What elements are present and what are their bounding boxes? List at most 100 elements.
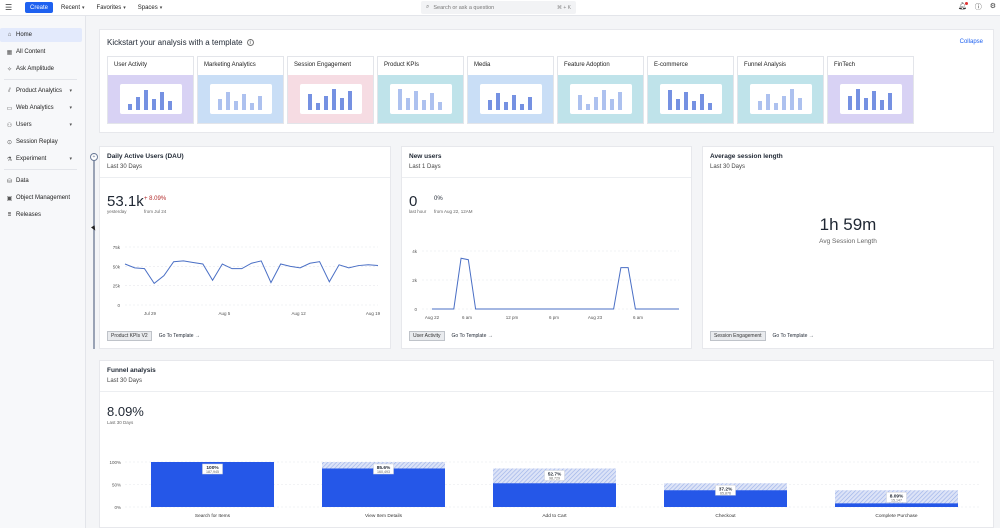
go-to-template-link[interactable]: Go To Template → — [773, 333, 814, 339]
template-name: Funnel Analysis — [744, 62, 787, 68]
help-icon[interactable]: ⓘ — [975, 2, 982, 12]
preview-bar — [765, 94, 770, 110]
notifications-bell-icon[interactable]: 🔔︎ — [958, 2, 968, 12]
go-to-template-link[interactable]: Go To Template → — [159, 333, 200, 339]
preview-bar — [167, 101, 172, 110]
sidebar-item-experiment[interactable]: ⚗ Experiment ▾ — [0, 152, 82, 166]
metric-value: 8.09% — [107, 404, 144, 419]
sidebar-item-web-analytics[interactable]: ▭ Web Analytics ▾ — [0, 101, 82, 115]
collapse-button[interactable]: Collapse — [960, 39, 983, 45]
chevron-down-icon: ▾ — [69, 156, 72, 162]
preview-bar — [757, 101, 762, 110]
sidebar-item-product-analytics[interactable]: ⫽ Product Analytics ▾ — [0, 84, 82, 98]
sidebar-item-users[interactable]: ⚇ Users ▾ — [0, 118, 82, 132]
funnel-bar[interactable] — [493, 483, 616, 507]
preview-bar — [421, 100, 426, 110]
preview-bar — [307, 94, 312, 110]
y-tick-label: 25k — [113, 284, 121, 289]
preview-bar — [855, 89, 860, 110]
funnel-card[interactable]: Funnel analysis Last 30 Days 8.09% Last … — [99, 360, 994, 528]
template-tag[interactable]: Session Engagement — [710, 331, 766, 341]
funnel-bar[interactable] — [322, 468, 445, 507]
nav-recent[interactable]: Recent ▾ — [61, 5, 85, 11]
funnel-bar[interactable] — [835, 503, 958, 507]
settings-gear-icon[interactable]: ⚙ — [990, 2, 996, 12]
card-range: Last 30 Days — [107, 164, 143, 170]
preview-bar — [585, 104, 590, 110]
preview-bar — [127, 104, 132, 110]
y-tick-label: 50% — [112, 483, 121, 488]
new-users-card[interactable]: New users Last 1 Days 0 last hour 0% fro… — [401, 146, 692, 349]
template-card[interactable]: Marketing Analytics — [197, 56, 284, 124]
template-tag[interactable]: User Activity — [409, 331, 445, 341]
series-line[interactable] — [124, 260, 379, 285]
preview-bar — [667, 90, 672, 110]
sidebar-item-session-replay[interactable]: ⊙ Session Replay — [0, 135, 82, 149]
x-tick-label: Aug 23 — [588, 315, 603, 320]
sidebar-item-data[interactable]: ⛁ Data — [0, 174, 82, 188]
create-button[interactable]: Create — [25, 2, 54, 13]
preview-bar — [577, 95, 582, 110]
card-range: Last 1 Days — [409, 164, 441, 170]
chevron-down-icon: ▾ — [159, 4, 163, 11]
series-line[interactable] — [432, 257, 679, 310]
sidebar-item-object-management[interactable]: ▣ Object Management — [0, 191, 82, 205]
card-divider — [402, 177, 691, 178]
sidebar-item-label: Releases — [16, 212, 42, 218]
nav-favorites[interactable]: Favorites ▾ — [97, 5, 126, 11]
funnel-bar-chart[interactable]: 100%50%0%100%187,945Search for Items85.6… — [100, 431, 993, 527]
template-name: Product KPIs — [384, 62, 420, 68]
preview-bar — [413, 91, 418, 110]
monitor-icon: ▭ — [6, 105, 13, 112]
template-thumbnail — [738, 75, 823, 123]
template-card[interactable]: FinTech — [827, 56, 914, 124]
mouse-cursor-icon — [91, 225, 97, 232]
search-input[interactable]: ⌕ Search or ask a question ⌘ + K — [421, 1, 576, 14]
template-tag[interactable]: Product KPIs V2 — [107, 331, 152, 341]
nav-spaces[interactable]: Spaces ▾ — [138, 5, 163, 11]
y-tick-label: 0 — [414, 307, 417, 312]
template-card[interactable]: User Activity — [107, 56, 194, 124]
dau-line-chart[interactable]: 75k 50k 25k 0 Jul 29 Aug 5 Aug 12 Aug 19 — [100, 243, 390, 323]
menu-icon[interactable]: ☰ — [5, 3, 19, 12]
info-icon[interactable]: i — [246, 39, 254, 46]
template-card[interactable]: Product KPIs — [377, 56, 464, 124]
funnel-count-label: 65,876 — [720, 491, 731, 495]
sidebar-item-ask-amplitude[interactable]: ✧ Ask Amplitude — [0, 62, 82, 76]
template-thumbnail — [468, 75, 553, 123]
metric-value: 53.1k — [107, 193, 144, 210]
flask-icon: ⚗ — [6, 156, 13, 163]
database-icon: ⛁ — [6, 178, 13, 185]
search-placeholder: Search or ask a question — [433, 4, 495, 11]
sidebar-item-releases[interactable]: ⩩ Releases — [0, 208, 82, 222]
grid-icon: ▦ — [6, 49, 13, 56]
funnel-count-label: 15,147 — [891, 498, 902, 502]
template-card[interactable]: Feature Adoption — [557, 56, 644, 124]
sidebar-item-label: Home — [16, 32, 33, 38]
template-card[interactable]: Funnel Analysis — [737, 56, 824, 124]
sidebar-item-all-content[interactable]: ▦ All Content — [0, 45, 82, 59]
preview-bar — [773, 103, 778, 110]
template-card[interactable]: Media — [467, 56, 554, 124]
metric-delta-sub: from Aug 22, 12AM — [434, 209, 473, 214]
dau-card[interactable]: Daily Active Users (DAU) Last 30 Days 53… — [99, 146, 391, 349]
template-card[interactable]: E-commerce — [647, 56, 734, 124]
x-category-label: Complete Purchase — [875, 513, 917, 519]
top-icons: 🔔︎ ⓘ ⚙ — [958, 2, 996, 12]
new-users-line-chart[interactable]: 4k 2k 0 Aug 22 6 am 12 pm 6 pm Aug 23 6 am — [402, 243, 692, 323]
template-list: User Activity Marketing Analytics Session … — [107, 56, 914, 124]
template-card[interactable]: Session Engagement — [287, 56, 374, 124]
chevron-down-icon: ▾ — [69, 88, 72, 94]
template-preview-card — [839, 84, 902, 114]
scroll-handle[interactable]: + — [90, 153, 98, 161]
card-title: Average session length — [710, 153, 783, 160]
sidebar-item-home[interactable]: ⌂ Home — [0, 28, 82, 42]
session-length-card[interactable]: Average session length Last 30 Days 1h 5… — [702, 146, 994, 349]
releases-icon: ⩩ — [7, 211, 12, 218]
template-preview-card — [479, 84, 542, 114]
metric-delta: + 8.09% — [144, 196, 167, 202]
go-to-template-link[interactable]: Go To Template → — [452, 333, 493, 339]
scroll-track[interactable] — [93, 153, 95, 349]
template-preview-card — [209, 84, 272, 114]
x-tick-label: 6 am — [633, 315, 643, 320]
